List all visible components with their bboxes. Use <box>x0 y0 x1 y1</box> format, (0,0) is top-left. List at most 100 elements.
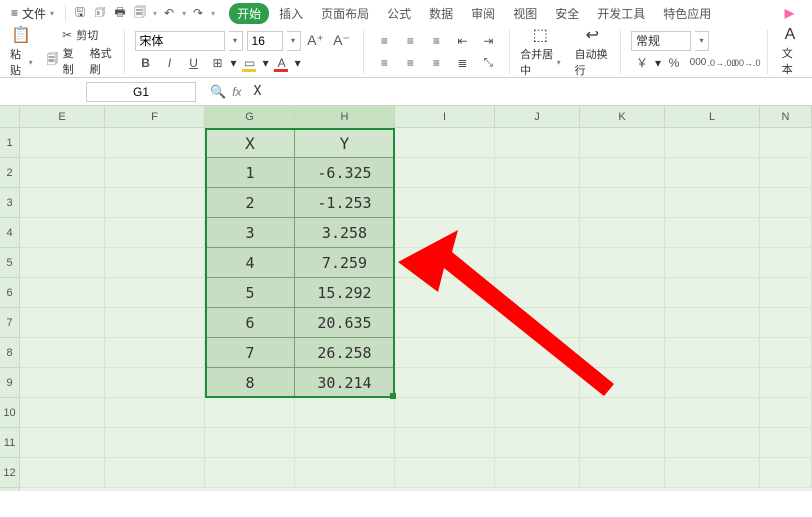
column-header[interactable]: K <box>580 106 665 127</box>
align-bottom-icon[interactable]: ≡ <box>425 31 447 51</box>
cell[interactable] <box>395 218 495 248</box>
cell[interactable] <box>395 428 495 458</box>
percent-icon[interactable]: % <box>663 53 685 73</box>
cell[interactable] <box>760 458 812 488</box>
cell[interactable] <box>665 248 760 278</box>
cell[interactable]: 15.292 <box>295 278 395 308</box>
cell[interactable] <box>580 248 665 278</box>
cell[interactable] <box>495 368 580 398</box>
align-justify-icon[interactable]: ≣ <box>451 53 473 73</box>
save-icon[interactable]: 🖫 <box>72 5 88 21</box>
fill-color-icon[interactable]: ▭ <box>239 53 261 73</box>
cell[interactable] <box>105 278 205 308</box>
column-header[interactable]: N <box>760 106 812 127</box>
cell[interactable] <box>580 398 665 428</box>
spreadsheet-grid[interactable]: 1 2 3 4 5 6 7 8 9 10 11 12 E F G H I J K… <box>0 106 812 491</box>
cell[interactable] <box>395 368 495 398</box>
formula-input[interactable]: X <box>248 84 812 99</box>
chevron-down-icon[interactable]: ▾ <box>211 9 215 18</box>
cells-area[interactable]: X Y 1 -6.325 2 -1.253 <box>20 128 812 491</box>
tab-review[interactable]: 审阅 <box>463 3 503 24</box>
cell[interactable] <box>760 248 812 278</box>
cell[interactable] <box>760 338 812 368</box>
print-icon[interactable]: 🖶 <box>112 5 128 21</box>
cell[interactable]: 26.258 <box>295 338 395 368</box>
cell[interactable]: 1 <box>205 158 295 188</box>
cell[interactable] <box>105 128 205 158</box>
align-center-icon[interactable]: ≡ <box>399 53 421 73</box>
chevron-down-icon[interactable]: ▾ <box>695 31 709 51</box>
cell[interactable] <box>105 188 205 218</box>
cell[interactable]: 30.214 <box>295 368 395 398</box>
cell[interactable] <box>760 368 812 398</box>
cell[interactable] <box>105 458 205 488</box>
cell[interactable] <box>20 158 105 188</box>
column-header[interactable]: I <box>395 106 495 127</box>
cell[interactable] <box>105 368 205 398</box>
row-header[interactable]: 12 <box>0 458 19 488</box>
cell[interactable] <box>295 428 395 458</box>
cell[interactable] <box>20 278 105 308</box>
cell[interactable] <box>295 458 395 488</box>
chevron-down-icon[interactable]: ▾ <box>655 56 661 70</box>
save-as-icon[interactable]: 🗊 <box>92 5 108 21</box>
bold-icon[interactable]: B <box>135 53 157 73</box>
cell[interactable] <box>395 188 495 218</box>
chevron-down-icon[interactable]: ▾ <box>153 9 157 18</box>
column-header[interactable]: G <box>205 106 295 127</box>
cell[interactable] <box>20 368 105 398</box>
copy-label[interactable]: 复制 <box>63 45 79 77</box>
cell[interactable]: 5 <box>205 278 295 308</box>
text-style-button[interactable]: A 文本 <box>778 24 802 79</box>
cell[interactable] <box>395 278 495 308</box>
align-middle-icon[interactable]: ≡ <box>399 31 421 51</box>
cell[interactable] <box>580 278 665 308</box>
cell[interactable] <box>20 218 105 248</box>
cell[interactable] <box>665 128 760 158</box>
font-size-input[interactable] <box>247 31 283 51</box>
chevron-down-icon[interactable]: ▾ <box>287 31 301 51</box>
cell[interactable] <box>760 278 812 308</box>
cell[interactable] <box>495 248 580 278</box>
decrease-font-icon[interactable]: A⁻ <box>331 31 353 51</box>
name-box[interactable] <box>86 82 196 102</box>
cell[interactable] <box>495 278 580 308</box>
cell[interactable]: 2 <box>205 188 295 218</box>
chevron-down-icon[interactable]: ▾ <box>182 9 186 18</box>
tab-devtools[interactable]: 开发工具 <box>589 3 653 24</box>
cell[interactable] <box>495 428 580 458</box>
row-header[interactable]: 9 <box>0 368 19 398</box>
cell[interactable] <box>495 338 580 368</box>
cell[interactable] <box>665 458 760 488</box>
tab-insert[interactable]: 插入 <box>271 3 311 24</box>
cell[interactable] <box>760 128 812 158</box>
tab-special[interactable]: 特色应用 <box>655 3 719 24</box>
font-name-input[interactable] <box>135 31 225 51</box>
cell[interactable] <box>665 158 760 188</box>
chevron-down-icon[interactable]: ▾ <box>229 31 243 51</box>
merge-center-button[interactable]: ⬚ 合并居中▾ <box>516 23 564 80</box>
indent-decrease-icon[interactable]: ⇤ <box>451 31 473 51</box>
cell[interactable]: Y <box>295 128 395 158</box>
chevron-down-icon[interactable]: ▾ <box>263 56 269 70</box>
cell[interactable] <box>395 248 495 278</box>
cell[interactable] <box>665 188 760 218</box>
cell[interactable] <box>395 128 495 158</box>
row-header[interactable]: 2 <box>0 158 19 188</box>
cell[interactable] <box>395 458 495 488</box>
tab-security[interactable]: 安全 <box>547 3 587 24</box>
cell[interactable]: 8 <box>205 368 295 398</box>
cell[interactable] <box>495 218 580 248</box>
chevron-down-icon[interactable]: ▾ <box>231 56 237 70</box>
row-header[interactable]: 8 <box>0 338 19 368</box>
underline-icon[interactable]: U <box>183 53 205 73</box>
cell[interactable] <box>760 308 812 338</box>
fx-icon[interactable]: fx <box>232 85 241 99</box>
cell[interactable] <box>580 338 665 368</box>
cell[interactable] <box>760 428 812 458</box>
row-header[interactable]: 7 <box>0 308 19 338</box>
cell[interactable] <box>665 278 760 308</box>
preview-icon[interactable]: 🗐 <box>132 5 148 21</box>
increase-font-icon[interactable]: A⁺ <box>305 31 327 51</box>
cell[interactable] <box>395 398 495 428</box>
